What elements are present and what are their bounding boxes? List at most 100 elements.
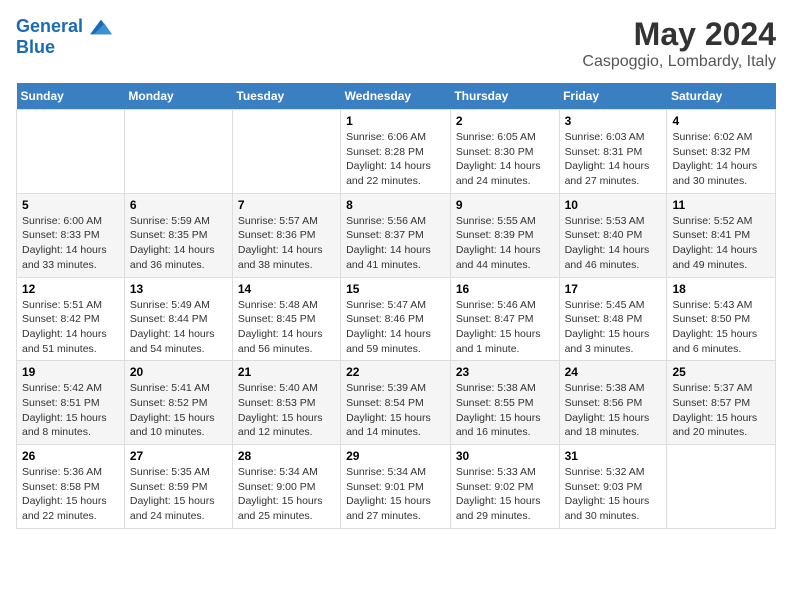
calendar-day-cell: 9 Sunrise: 5:55 AMSunset: 8:39 PMDaylight…	[450, 193, 559, 277]
day-detail: Sunrise: 5:34 AMSunset: 9:01 PMDaylight:…	[346, 465, 445, 524]
day-detail: Sunrise: 5:36 AMSunset: 8:58 PMDaylight:…	[22, 465, 119, 524]
calendar-day-cell: 13Sunrise: 5:49 AMSunset: 8:44 PMDayligh…	[124, 277, 232, 361]
day-detail: Sunrise: 5:33 AMSunset: 9:02 PMDaylight:…	[456, 465, 554, 524]
weekday-header: Monday	[124, 83, 232, 110]
page-header: General Blue May 2024 Caspoggio, Lombard…	[16, 16, 776, 71]
day-detail: Sunrise: 5:37 AMSunset: 8:57 PMDaylight:…	[672, 381, 770, 440]
calendar-day-cell: 10 Sunrise: 5:53 AMSunset: 8:40 PMDayligh…	[559, 193, 667, 277]
day-detail: Sunrise: 5:47 AMSunset: 8:46 PMDaylight:…	[346, 298, 445, 357]
calendar-day-cell: 30 Sunrise: 5:33 AMSunset: 9:02 PMDayligh…	[450, 445, 559, 529]
day-detail: Sunrise: 5:40 AMSunset: 8:53 PMDaylight:…	[238, 381, 335, 440]
weekday-header: Tuesday	[232, 83, 340, 110]
day-number: 9	[456, 198, 554, 212]
calendar-day-cell: 12Sunrise: 5:51 AMSunset: 8:42 PMDayligh…	[17, 277, 125, 361]
logo: General Blue	[16, 16, 112, 58]
weekday-header: Friday	[559, 83, 667, 110]
calendar-day-cell: 1Sunrise: 6:06 AMSunset: 8:28 PMDaylight…	[341, 110, 451, 194]
calendar-day-cell: 24 Sunrise: 5:38 AMSunset: 8:56 PMDayligh…	[559, 361, 667, 445]
day-detail: Sunrise: 5:32 AMSunset: 9:03 PMDaylight:…	[565, 465, 662, 524]
logo-icon	[90, 16, 112, 38]
day-detail: Sunrise: 5:55 AMSunset: 8:39 PMDaylight:…	[456, 214, 554, 273]
day-detail: Sunrise: 5:35 AMSunset: 8:59 PMDaylight:…	[130, 465, 227, 524]
calendar-week-row: 5 Sunrise: 6:00 AMSunset: 8:33 PMDaylight…	[17, 193, 776, 277]
day-number: 4	[672, 114, 770, 128]
calendar-day-cell	[232, 110, 340, 194]
logo-general: General	[16, 16, 83, 36]
day-detail: Sunrise: 5:39 AMSunset: 8:54 PMDaylight:…	[346, 381, 445, 440]
day-number: 25	[672, 365, 770, 379]
calendar-week-row: 1Sunrise: 6:06 AMSunset: 8:28 PMDaylight…	[17, 110, 776, 194]
calendar-day-cell: 7Sunrise: 5:57 AMSunset: 8:36 PMDaylight…	[232, 193, 340, 277]
day-detail: Sunrise: 5:45 AMSunset: 8:48 PMDaylight:…	[565, 298, 662, 357]
calendar-week-row: 12Sunrise: 5:51 AMSunset: 8:42 PMDayligh…	[17, 277, 776, 361]
calendar-day-cell: 2 Sunrise: 6:05 AMSunset: 8:30 PMDaylight…	[450, 110, 559, 194]
day-detail: Sunrise: 6:00 AMSunset: 8:33 PMDaylight:…	[22, 214, 119, 273]
day-number: 30	[456, 449, 554, 463]
day-number: 31	[565, 449, 662, 463]
day-detail: Sunrise: 5:41 AMSunset: 8:52 PMDaylight:…	[130, 381, 227, 440]
calendar-day-cell: 29 Sunrise: 5:34 AMSunset: 9:01 PMDayligh…	[341, 445, 451, 529]
calendar-body: 1Sunrise: 6:06 AMSunset: 8:28 PMDaylight…	[17, 110, 776, 529]
day-detail: Sunrise: 6:02 AMSunset: 8:32 PMDaylight:…	[672, 130, 770, 189]
weekday-header: Wednesday	[341, 83, 451, 110]
weekday-header: Sunday	[17, 83, 125, 110]
day-detail: Sunrise: 5:46 AMSunset: 8:47 PMDaylight:…	[456, 298, 554, 357]
calendar-day-cell: 26 Sunrise: 5:36 AMSunset: 8:58 PMDayligh…	[17, 445, 125, 529]
day-detail: Sunrise: 5:34 AMSunset: 9:00 PMDaylight:…	[238, 465, 335, 524]
calendar-header: SundayMondayTuesdayWednesdayThursdayFrid…	[17, 83, 776, 110]
calendar-day-cell: 22 Sunrise: 5:39 AMSunset: 8:54 PMDayligh…	[341, 361, 451, 445]
weekday-row: SundayMondayTuesdayWednesdayThursdayFrid…	[17, 83, 776, 110]
day-number: 22	[346, 365, 445, 379]
calendar-week-row: 26 Sunrise: 5:36 AMSunset: 8:58 PMDayligh…	[17, 445, 776, 529]
calendar-day-cell: 28 Sunrise: 5:34 AMSunset: 9:00 PMDayligh…	[232, 445, 340, 529]
location-title: Caspoggio, Lombardy, Italy	[582, 53, 776, 71]
logo-blue: Blue	[16, 38, 112, 58]
day-detail: Sunrise: 5:38 AMSunset: 8:56 PMDaylight:…	[565, 381, 662, 440]
calendar-day-cell: 21 Sunrise: 5:40 AMSunset: 8:53 PMDayligh…	[232, 361, 340, 445]
title-block: May 2024 Caspoggio, Lombardy, Italy	[582, 16, 776, 71]
calendar-day-cell: 5 Sunrise: 6:00 AMSunset: 8:33 PMDaylight…	[17, 193, 125, 277]
day-detail: Sunrise: 5:38 AMSunset: 8:55 PMDaylight:…	[456, 381, 554, 440]
calendar-day-cell: 6 Sunrise: 5:59 AMSunset: 8:35 PMDaylight…	[124, 193, 232, 277]
calendar-day-cell: 18Sunrise: 5:43 AMSunset: 8:50 PMDayligh…	[667, 277, 776, 361]
day-number: 16	[456, 282, 554, 296]
day-detail: Sunrise: 5:51 AMSunset: 8:42 PMDaylight:…	[22, 298, 119, 357]
day-number: 14	[238, 282, 335, 296]
calendar-day-cell: 14Sunrise: 5:48 AMSunset: 8:45 PMDayligh…	[232, 277, 340, 361]
day-detail: Sunrise: 5:43 AMSunset: 8:50 PMDaylight:…	[672, 298, 770, 357]
day-number: 19	[22, 365, 119, 379]
day-number: 13	[130, 282, 227, 296]
calendar-day-cell: 19Sunrise: 5:42 AMSunset: 8:51 PMDayligh…	[17, 361, 125, 445]
day-number: 26	[22, 449, 119, 463]
calendar-day-cell: 3Sunrise: 6:03 AMSunset: 8:31 PMDaylight…	[559, 110, 667, 194]
day-number: 5	[22, 198, 119, 212]
day-number: 10	[565, 198, 662, 212]
weekday-header: Thursday	[450, 83, 559, 110]
day-number: 28	[238, 449, 335, 463]
calendar-day-cell: 15 Sunrise: 5:47 AMSunset: 8:46 PMDayligh…	[341, 277, 451, 361]
day-number: 6	[130, 198, 227, 212]
calendar-day-cell: 20 Sunrise: 5:41 AMSunset: 8:52 PMDayligh…	[124, 361, 232, 445]
day-number: 29	[346, 449, 445, 463]
calendar-day-cell: 23Sunrise: 5:38 AMSunset: 8:55 PMDayligh…	[450, 361, 559, 445]
day-number: 11	[672, 198, 770, 212]
month-title: May 2024	[582, 16, 776, 53]
day-number: 2	[456, 114, 554, 128]
logo-text: General	[16, 16, 112, 38]
day-number: 8	[346, 198, 445, 212]
day-detail: Sunrise: 5:52 AMSunset: 8:41 PMDaylight:…	[672, 214, 770, 273]
day-number: 7	[238, 198, 335, 212]
day-detail: Sunrise: 5:59 AMSunset: 8:35 PMDaylight:…	[130, 214, 227, 273]
day-number: 20	[130, 365, 227, 379]
day-number: 15	[346, 282, 445, 296]
day-detail: Sunrise: 6:05 AMSunset: 8:30 PMDaylight:…	[456, 130, 554, 189]
calendar-day-cell: 31 Sunrise: 5:32 AMSunset: 9:03 PMDayligh…	[559, 445, 667, 529]
calendar-day-cell: 17 Sunrise: 5:45 AMSunset: 8:48 PMDayligh…	[559, 277, 667, 361]
day-number: 17	[565, 282, 662, 296]
calendar-day-cell: 11 Sunrise: 5:52 AMSunset: 8:41 PMDayligh…	[667, 193, 776, 277]
day-number: 27	[130, 449, 227, 463]
day-number: 24	[565, 365, 662, 379]
day-detail: Sunrise: 5:53 AMSunset: 8:40 PMDaylight:…	[565, 214, 662, 273]
day-number: 21	[238, 365, 335, 379]
day-number: 3	[565, 114, 662, 128]
